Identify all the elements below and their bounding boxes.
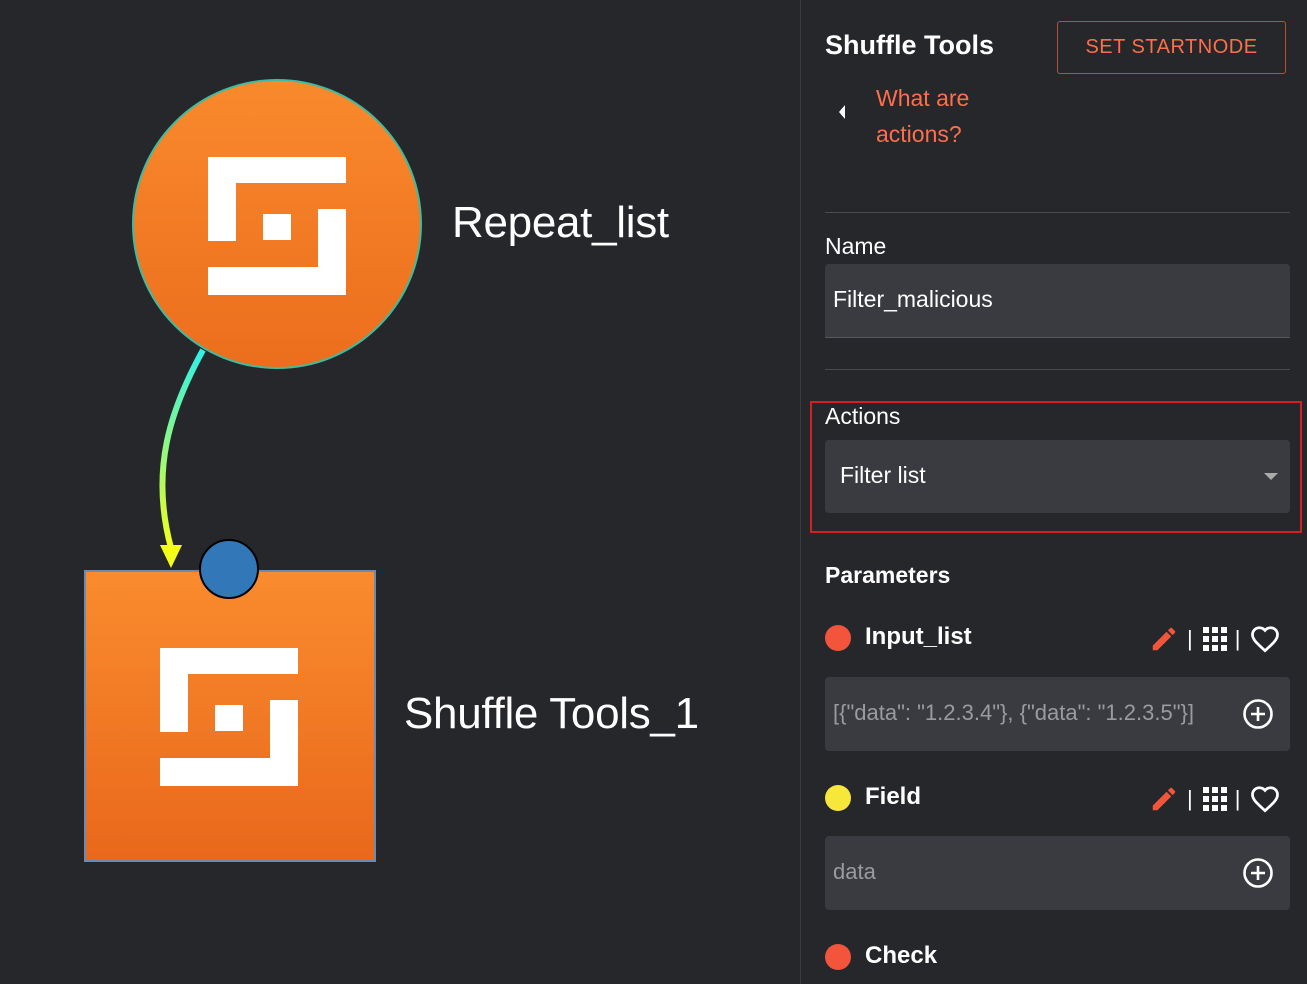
param-name-field: Field bbox=[865, 783, 922, 810]
node-repeat-list[interactable] bbox=[132, 79, 422, 369]
grid-icon[interactable] bbox=[1202, 627, 1227, 651]
param-tools: | | bbox=[1149, 783, 1280, 815]
add-circle-icon[interactable] bbox=[1242, 698, 1274, 730]
divider bbox=[825, 369, 1290, 370]
node-label-shuffle-tools-1: Shuffle Tools_1 bbox=[404, 689, 699, 738]
add-circle-icon[interactable] bbox=[1242, 857, 1274, 889]
param-tools: | | bbox=[1149, 623, 1280, 655]
help-link[interactable]: What are actions? bbox=[876, 80, 1016, 152]
actions-label: Actions bbox=[825, 403, 901, 429]
action-select-value: Filter list bbox=[840, 462, 926, 488]
node-label-repeat-list: Repeat_list bbox=[452, 198, 669, 247]
param-input-field[interactable]: data bbox=[825, 836, 1290, 910]
param-input-input-list[interactable]: [{"data": "1.2.3.4"}, {"data": "1.2.3.5"… bbox=[825, 677, 1290, 751]
grid-icon[interactable] bbox=[1202, 787, 1227, 811]
param-name-input-list: Input_list bbox=[865, 623, 972, 650]
heart-icon[interactable] bbox=[1250, 785, 1280, 813]
action-sidebar: Shuffle Tools SET STARTNODE What are act… bbox=[800, 0, 1307, 984]
optional-dot bbox=[825, 785, 851, 811]
separator: | bbox=[1234, 626, 1241, 651]
heart-icon[interactable] bbox=[1250, 625, 1280, 653]
param-name-check: Check bbox=[865, 942, 938, 969]
separator: | bbox=[1187, 626, 1193, 651]
caret-left-icon[interactable] bbox=[837, 104, 847, 120]
parameters-label: Parameters bbox=[825, 562, 951, 588]
app-title: Shuffle Tools bbox=[825, 30, 994, 60]
param-value: data bbox=[833, 859, 876, 884]
connection-handle[interactable] bbox=[199, 539, 259, 599]
shuffle-logo-icon bbox=[160, 648, 298, 786]
name-input[interactable]: Filter_malicious bbox=[825, 264, 1290, 338]
pencil-icon[interactable] bbox=[1149, 784, 1179, 814]
name-label: Name bbox=[825, 233, 887, 259]
workflow-canvas[interactable]: Repeat_list Shuffle Tools_1 bbox=[0, 0, 800, 984]
shuffle-logo-icon bbox=[208, 157, 346, 295]
separator: | bbox=[1234, 786, 1241, 811]
separator: | bbox=[1187, 786, 1193, 811]
pencil-icon[interactable] bbox=[1149, 624, 1179, 654]
required-dot bbox=[825, 944, 851, 970]
action-select[interactable]: Filter list bbox=[825, 440, 1290, 513]
divider bbox=[825, 212, 1290, 213]
node-shuffle-tools-1[interactable] bbox=[84, 570, 376, 862]
dropdown-arrow-icon bbox=[1264, 473, 1278, 480]
set-startnode-button[interactable]: SET STARTNODE bbox=[1057, 21, 1286, 74]
param-value: [{"data": "1.2.3.4"}, {"data": "1.2.3.5"… bbox=[833, 700, 1194, 725]
required-dot bbox=[825, 625, 851, 651]
